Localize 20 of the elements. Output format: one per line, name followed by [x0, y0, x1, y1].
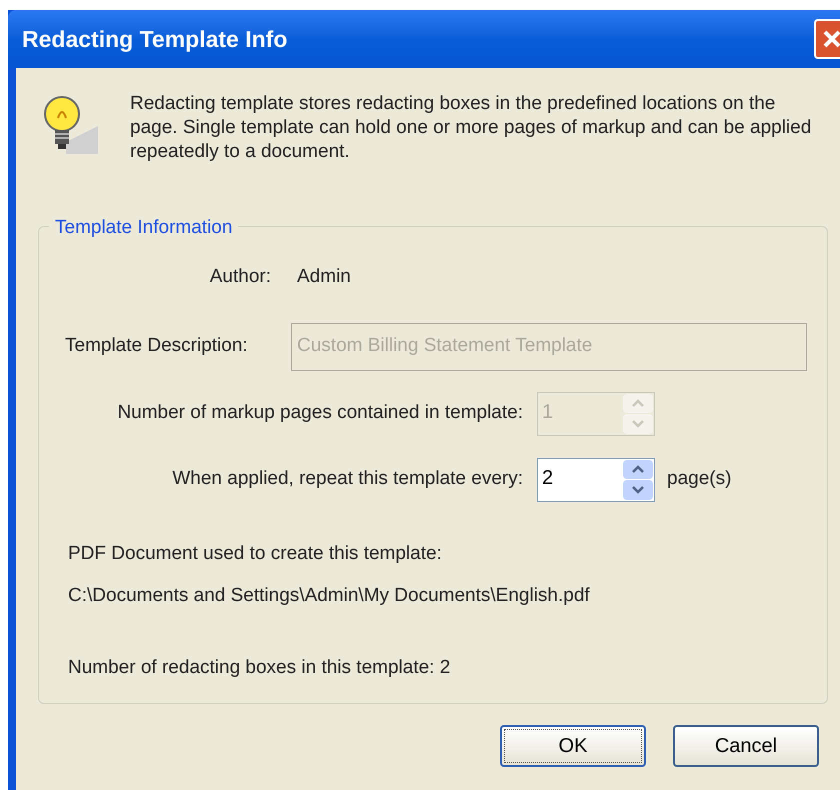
dialog-button[interactable]: Cancel	[673, 725, 819, 767]
spin-value: 1	[541, 400, 554, 424]
close-button[interactable]	[814, 19, 840, 59]
spin-down-button[interactable]	[623, 480, 653, 500]
spin-up-button[interactable]	[623, 460, 653, 479]
unit-label: page(s)	[667, 467, 732, 492]
repeat-label: When applied, repeat this template every:	[171, 467, 523, 492]
author-value: Admin	[297, 265, 351, 289]
spin-value: 2	[541, 466, 554, 490]
window-title: Redacting Template Info	[22, 24, 288, 54]
description-label: Template Description:	[65, 334, 249, 358]
close-icon	[822, 29, 840, 49]
dialog-button[interactable]: OK	[500, 725, 646, 767]
pdf-label: PDF Document used to create this template:	[68, 542, 443, 566]
markup-pages-label: Number of markup pages contained in template:	[116, 401, 523, 426]
info-text: Redacting template stores redacting boxes in the predefined locations on the page. Single template can hold one or more pages of markup and can be applied repeatedly to a document.	[130, 92, 812, 164]
pdf-path: C:\Documents and Settings\Admin\My Documents\English.pdf	[68, 584, 591, 608]
boxes-count: Number of redacting boxes in this template: 2	[68, 656, 452, 680]
author-label: Author:	[208, 265, 271, 289]
spin-box[interactable]: 2	[537, 458, 655, 502]
